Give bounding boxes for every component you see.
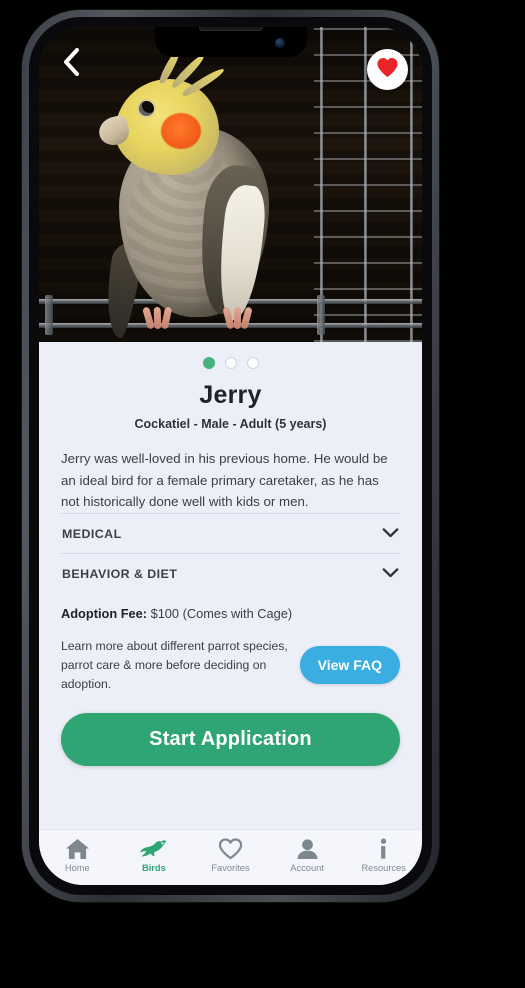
perch-post-right	[317, 295, 325, 335]
pet-meta: Cockatiel - Male - Adult (5 years)	[134, 417, 327, 431]
pet-description: Jerry was well-loved in his previous hom…	[61, 451, 388, 510]
pet-detail-card: Jerry Cockatiel - Male - Adult (5 years)…	[39, 342, 422, 829]
phone-device-frame: Jerry Cockatiel - Male - Adult (5 years)…	[22, 10, 439, 902]
earpiece-speaker	[198, 27, 263, 31]
adoption-fee-value: $100 (Comes with Cage)	[147, 605, 293, 621]
device-notch	[154, 27, 307, 57]
home-icon	[65, 838, 90, 860]
nav-item-resources[interactable]: Resources	[351, 838, 417, 873]
bird-icon	[139, 838, 168, 860]
start-application-button[interactable]: Start Application	[61, 713, 400, 767]
adoption-fee: Adoption Fee: $100 (Comes with Cage)	[61, 606, 400, 621]
accordion-medical-label: MEDICAL	[62, 526, 122, 541]
bottom-navigation: Home Birds Favorites Account Resources	[39, 829, 422, 885]
gallery-dot-2[interactable]	[224, 357, 237, 369]
view-faq-button[interactable]: View FAQ	[299, 646, 400, 685]
faq-text: Learn more about different parrot specie…	[61, 638, 288, 692]
phone-bezel: Jerry Cockatiel - Male - Adult (5 years)…	[29, 17, 432, 895]
nav-item-account[interactable]: Account	[274, 838, 340, 873]
nav-label-favorites: Favorites	[211, 863, 250, 873]
nav-label-account: Account	[290, 863, 324, 873]
gallery-dot-1[interactable]	[202, 357, 215, 369]
back-button[interactable]	[53, 47, 87, 81]
heart-outline-icon	[218, 838, 243, 860]
front-camera	[274, 38, 285, 48]
nav-label-resources: Resources	[361, 863, 406, 873]
nav-label-home: Home	[64, 863, 90, 873]
perch-post-left	[45, 295, 53, 335]
chevron-left-icon	[62, 47, 79, 81]
pet-photo[interactable]	[39, 27, 422, 342]
chevron-down-icon	[382, 565, 399, 583]
accordion-medical[interactable]: MEDICAL	[61, 512, 400, 553]
pet-name: Jerry	[199, 381, 262, 409]
cockatiel-illustration	[83, 47, 313, 342]
chevron-down-icon	[382, 525, 399, 543]
adoption-fee-label: Adoption Fee:	[61, 605, 148, 621]
person-icon	[296, 838, 319, 860]
nav-item-favorites[interactable]: Favorites	[197, 838, 263, 873]
nav-item-home[interactable]: Home	[44, 838, 110, 873]
info-icon	[378, 838, 389, 860]
accordion-behavior-diet-label: BEHAVIOR & DIET	[62, 566, 178, 581]
gallery-dots[interactable]	[61, 342, 400, 369]
heart-filled-icon	[376, 57, 399, 83]
nav-item-birds[interactable]: Birds	[121, 838, 187, 873]
nav-label-birds: Birds	[142, 863, 166, 873]
accordion-behavior-diet[interactable]: BEHAVIOR & DIET	[61, 552, 400, 593]
faq-section: Learn more about different parrot specie…	[61, 637, 400, 695]
favorite-button[interactable]	[367, 49, 408, 90]
phone-screen: Jerry Cockatiel - Male - Adult (5 years)…	[39, 27, 422, 885]
gallery-dot-3[interactable]	[246, 357, 259, 369]
